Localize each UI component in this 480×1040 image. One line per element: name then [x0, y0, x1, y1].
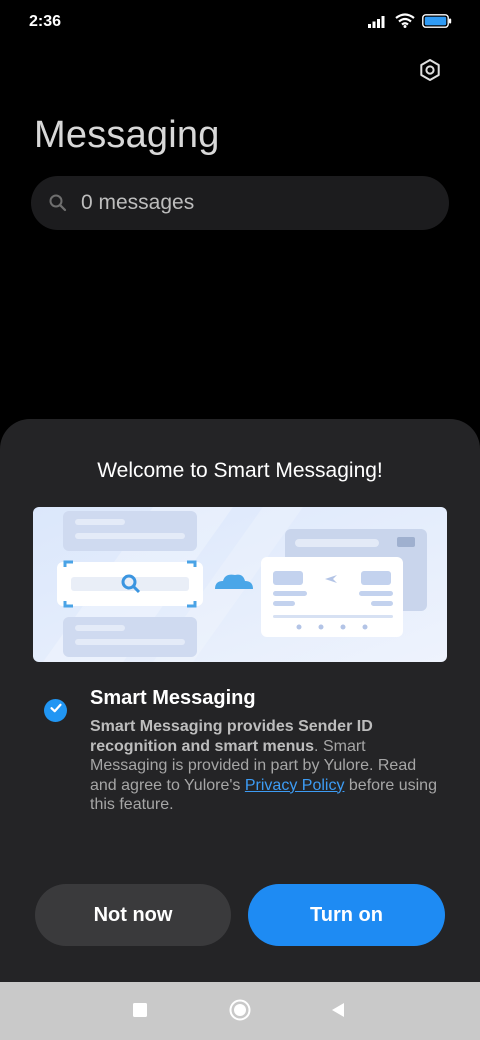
sheet-title: Welcome to Smart Messaging! — [97, 459, 383, 482]
search-text: 0 messages — [81, 191, 195, 214]
smart-messaging-illustration — [33, 507, 447, 662]
wifi-icon — [395, 13, 415, 33]
page-title: Messaging — [34, 114, 220, 156]
privacy-policy-link[interactable]: Privacy Policy — [245, 777, 345, 794]
search-icon — [47, 192, 69, 214]
smart-messaging-checkbox[interactable] — [44, 699, 67, 722]
status-icons — [368, 13, 452, 33]
back-triangle-icon — [330, 1002, 346, 1023]
home-button[interactable] — [228, 999, 252, 1026]
gear-icon — [418, 58, 442, 87]
option-title: Smart Messaging — [90, 687, 256, 709]
status-time: 2:36 — [29, 13, 62, 30]
checkmark-icon — [49, 701, 63, 720]
signal-icon — [368, 14, 388, 33]
option-description: Smart Messaging provides Sender ID recog… — [90, 717, 440, 815]
smart-messaging-sheet: Welcome to Smart Messaging! Smart Messag… — [0, 419, 480, 982]
back-button[interactable] — [326, 1000, 350, 1024]
recents-button[interactable] — [128, 1000, 152, 1024]
recents-square-icon — [132, 1002, 148, 1023]
search-bar[interactable]: 0 messages — [31, 176, 449, 230]
status-bar: 2:36 — [0, 0, 480, 44]
not-now-button[interactable]: Not now — [35, 884, 231, 946]
turn-on-button[interactable]: Turn on — [248, 884, 445, 946]
settings-button[interactable] — [414, 56, 446, 88]
battery-icon — [422, 13, 452, 33]
navigation-bar — [0, 982, 480, 1040]
home-circle-icon — [229, 999, 251, 1026]
